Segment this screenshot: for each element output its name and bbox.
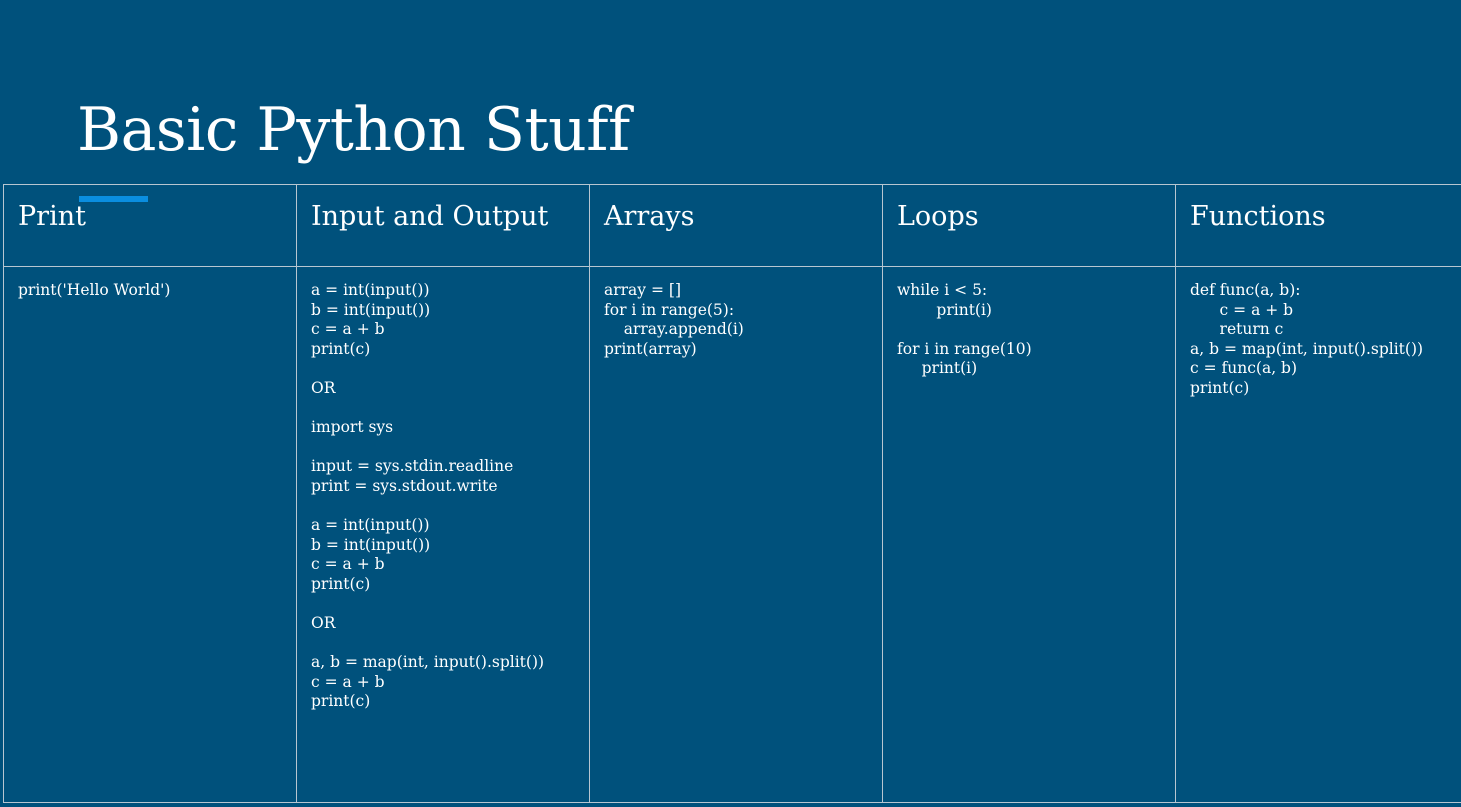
column-header-loops: Loops [897,201,979,232]
column-functions: Functions def func(a, b): c = a + b retu… [1176,185,1461,802]
column-arrays: Arrays array = [] for i in range(5): arr… [590,185,883,802]
header-row-divider [4,266,1461,267]
code-cell-loops: while i < 5: print(i) for i in range(10)… [897,281,1032,378]
column-input-output: Input and Output a = int(input()) b = in… [297,185,590,802]
column-header-print: Print [18,201,86,232]
column-header-arrays: Arrays [604,201,695,232]
column-header-functions: Functions [1190,201,1326,232]
slide-title: Basic Python Stuff [77,95,630,165]
code-cell-print: print('Hello World') [18,281,171,299]
code-cell-input-output: a = int(input()) b = int(input()) c = a … [311,281,545,711]
code-cell-functions: def func(a, b): c = a + b return c a, b … [1190,281,1424,397]
column-loops: Loops while i < 5: print(i) for i in ran… [883,185,1176,802]
column-print: Print print('Hello World') [4,185,297,802]
column-header-input-output: Input and Output [311,201,549,232]
title-accent-bar [79,196,148,202]
python-basics-table: Print print('Hello World') Input and Out… [3,184,1461,803]
code-cell-arrays: array = [] for i in range(5): array.appe… [604,281,744,358]
